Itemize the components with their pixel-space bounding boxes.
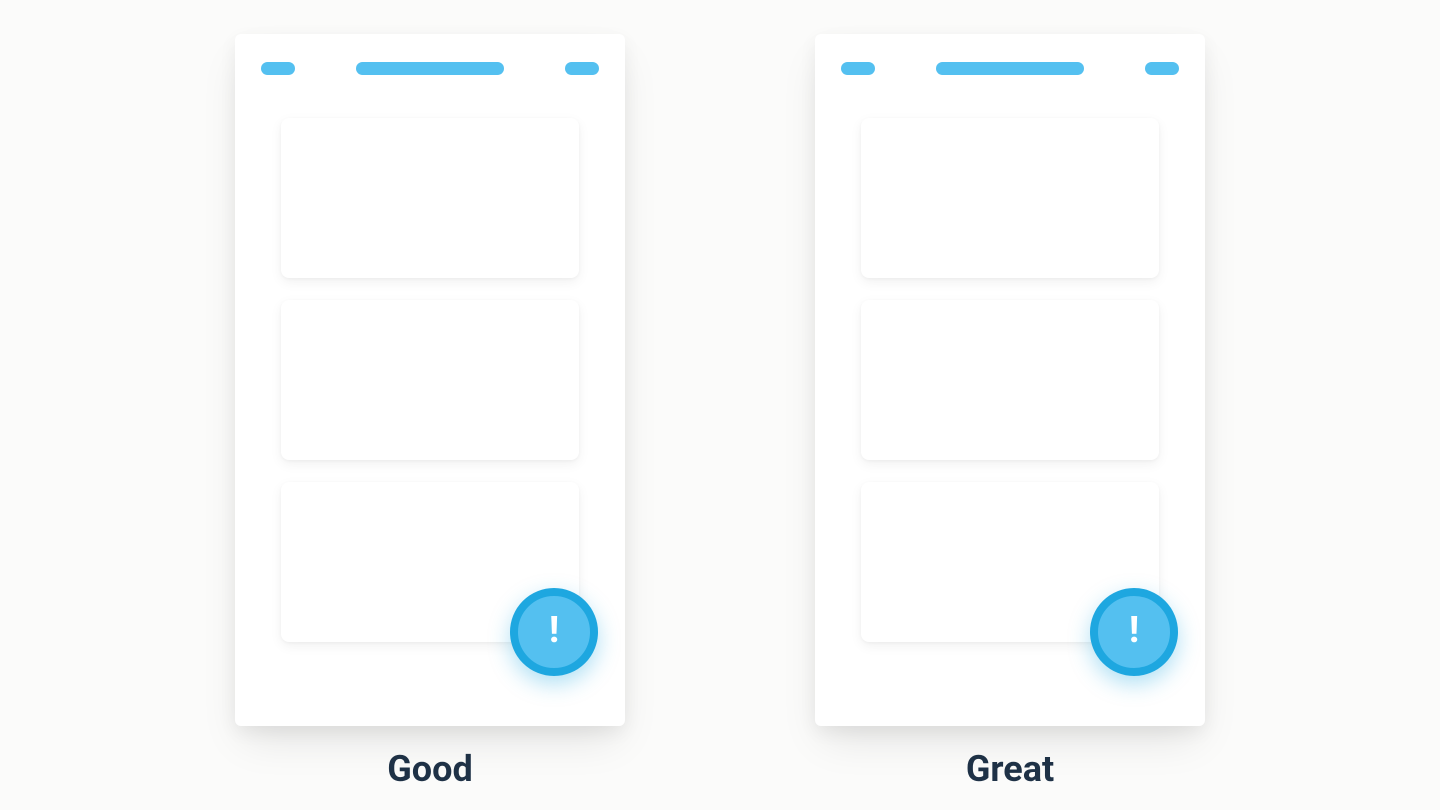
exclamation-icon: !	[1129, 612, 1139, 648]
nav-bar	[841, 56, 1179, 80]
nav-back-placeholder[interactable]	[261, 62, 295, 75]
device-frame: !	[235, 34, 625, 726]
mockup-caption: Good	[387, 748, 472, 790]
nav-action-placeholder[interactable]	[565, 62, 599, 75]
card-list	[841, 118, 1179, 642]
list-item[interactable]	[281, 300, 579, 460]
card-list	[261, 118, 599, 642]
fab-alert-button[interactable]: !	[510, 588, 598, 676]
nav-title-placeholder	[356, 62, 504, 75]
mockup-good: ! Good	[235, 34, 625, 790]
nav-title-placeholder	[936, 62, 1084, 75]
device-frame: !	[815, 34, 1205, 726]
nav-action-placeholder[interactable]	[1145, 62, 1179, 75]
fab-alert-button[interactable]: !	[1090, 588, 1178, 676]
mockup-great: ! Great	[815, 34, 1205, 790]
mockup-caption: Great	[966, 748, 1054, 790]
exclamation-icon: !	[549, 612, 559, 648]
list-item[interactable]	[861, 300, 1159, 460]
list-item[interactable]	[861, 118, 1159, 278]
nav-bar	[261, 56, 599, 80]
list-item[interactable]	[281, 118, 579, 278]
nav-back-placeholder[interactable]	[841, 62, 875, 75]
